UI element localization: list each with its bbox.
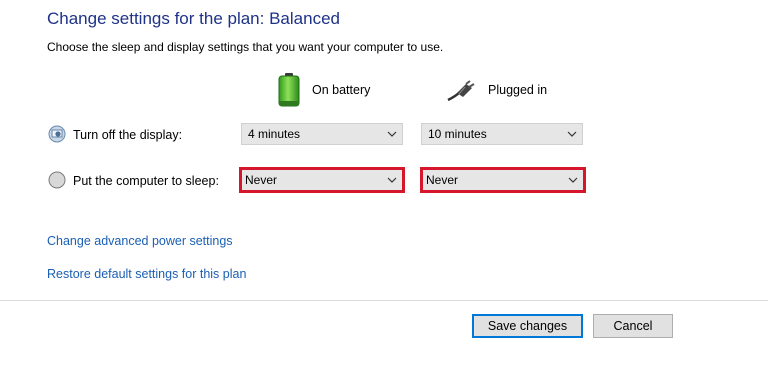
sleep-plugged-in-value: Never xyxy=(426,173,459,187)
display-icon xyxy=(48,125,66,143)
chevron-down-icon xyxy=(382,131,402,137)
chevron-down-icon xyxy=(563,177,583,183)
chevron-down-icon xyxy=(382,177,402,183)
display-setting-label: Turn off the display: xyxy=(73,128,183,142)
sleep-moon-icon xyxy=(48,171,66,189)
sleep-on-battery-value: Never xyxy=(245,173,278,187)
display-plugged-in-dropdown[interactable]: 10 minutes xyxy=(421,123,583,145)
display-plugged-in-value: 10 minutes xyxy=(428,127,487,141)
column-header-on-battery: On battery xyxy=(276,70,370,110)
column-header-plugged-in: Plugged in xyxy=(446,70,547,110)
cancel-button[interactable]: Cancel xyxy=(593,314,673,338)
power-plug-icon xyxy=(447,80,475,102)
divider xyxy=(0,300,768,301)
sleep-on-battery-dropdown[interactable]: Never xyxy=(239,167,405,193)
battery-icon xyxy=(278,73,300,107)
display-on-battery-dropdown[interactable]: 4 minutes xyxy=(241,123,403,145)
page-title: Change settings for the plan: Balanced xyxy=(47,9,340,28)
sleep-setting-label: Put the computer to sleep: xyxy=(73,174,219,188)
plugged-in-label: Plugged in xyxy=(488,83,548,97)
page-subtitle: Choose the sleep and display settings th… xyxy=(47,40,444,54)
save-changes-button[interactable]: Save changes xyxy=(472,314,583,338)
restore-defaults-link[interactable]: Restore default settings for this plan xyxy=(47,267,246,281)
on-battery-label: On battery xyxy=(312,83,371,97)
sleep-plugged-in-dropdown[interactable]: Never xyxy=(420,167,586,193)
display-on-battery-value: 4 minutes xyxy=(248,127,301,141)
chevron-down-icon xyxy=(562,131,582,137)
advanced-power-settings-link[interactable]: Change advanced power settings xyxy=(47,234,233,248)
